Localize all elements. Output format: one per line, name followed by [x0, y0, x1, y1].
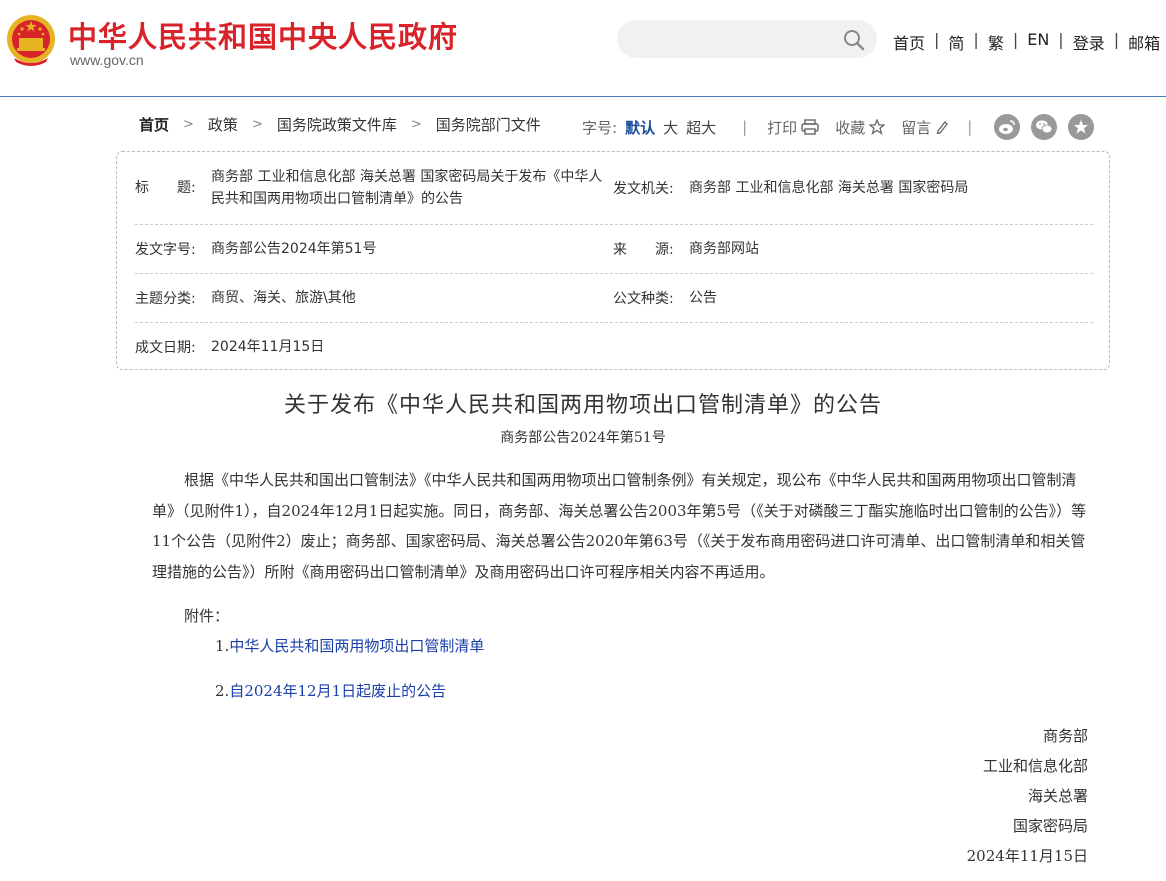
comment-label: 留言 [901, 118, 932, 137]
nav-separator: | [934, 30, 940, 49]
attachment-number: 2. [215, 682, 230, 700]
nav-separator: | [973, 30, 979, 49]
favorite-label: 收藏 [835, 118, 866, 137]
signatory: 工业和信息化部 [982, 757, 1088, 775]
printer-icon [801, 119, 819, 135]
info-issuer-label: 发文机关: [613, 181, 674, 197]
nav-home[interactable]: 首页 [893, 30, 925, 54]
attachment-number: 1. [215, 637, 230, 655]
article-title: 关于发布《中华人民共和国两用物项出口管制清单》的公告 [283, 393, 882, 418]
signatory: 商务部 [1042, 727, 1088, 745]
share-star-glyph-icon [1074, 120, 1089, 134]
nav-english[interactable]: EN [1027, 30, 1049, 54]
breadcrumb-policy[interactable]: 政策 [208, 114, 238, 135]
nav-simplified[interactable]: 简 [948, 30, 964, 54]
font-size-default[interactable]: 默认 [625, 117, 655, 138]
signatory: 国家密码局 [1012, 817, 1088, 835]
pencil-icon [936, 121, 949, 134]
info-type-value: 公告 [689, 290, 717, 306]
info-source-value: 商务部网站 [689, 241, 759, 257]
site-url[interactable]: www.gov.cn [70, 52, 144, 68]
info-title-label: 标 题: [135, 180, 196, 196]
info-title-value: 商务部 工业和信息化部 海关总署 国家密码局关于发布《中华人民共和国两用物项出口… [211, 169, 603, 207]
article-tools: 字号: 默认 大 超大 | 打印 收藏 留言 | [582, 114, 1105, 140]
search-icon[interactable] [843, 29, 865, 51]
chevron-right-icon: > [251, 117, 263, 132]
info-topic-label: 主题分类: [135, 291, 196, 307]
attachment-item: 2.自2024年12月1日起废止的公告 [215, 680, 446, 701]
attachment-link-2[interactable]: 自2024年12月1日起废止的公告 [229, 682, 446, 700]
article-doc-number: 商务部公告2024年第51号 [500, 430, 666, 446]
chevron-right-icon: > [410, 117, 422, 132]
dashed-divider [135, 224, 1093, 225]
info-issuer-cell: 发文机关: 商务部 工业和信息化部 海关总署 国家密码局 [613, 178, 968, 198]
nav-separator: | [1012, 30, 1019, 49]
info-docno-value: 商务部公告2024年第51号 [211, 241, 377, 257]
top-nav: 首页 | 简 | 繁 | EN | 登录 | 邮箱 [893, 30, 1160, 54]
favorite-button[interactable]: 收藏 [835, 117, 886, 138]
breadcrumb-policy-library[interactable]: 国务院政策文件库 [277, 114, 397, 135]
comment-button[interactable]: 留言 [901, 117, 949, 138]
info-date-value: 2024年11月15日 [211, 339, 325, 355]
attachments-label: 附件： [184, 607, 230, 625]
dashed-divider [135, 273, 1093, 274]
chevron-right-icon: > [183, 117, 194, 132]
info-date-label: 成文日期: [135, 340, 196, 356]
weibo-glyph-icon [999, 120, 1016, 134]
info-type-cell: 公文种类: 公告 [613, 288, 717, 308]
star-share-icon[interactable] [1068, 114, 1095, 140]
nav-mailbox[interactable]: 邮箱 [1128, 30, 1160, 54]
nav-traditional[interactable]: 繁 [988, 30, 1004, 54]
attachment-link-1[interactable]: 中华人民共和国两用物项出口管制清单 [229, 637, 484, 655]
site-header: 中华人民共和国中央人民政府 www.gov.cn 首页 | 简 | 繁 | EN… [0, 0, 1166, 97]
document-info-box: 标 题: 商务部 工业和信息化部 海关总署 国家密码局关于发布《中华人民共和国两… [116, 151, 1110, 370]
info-docno-cell: 发文字号: 商务部公告2024年第51号 [135, 239, 376, 259]
breadcrumb-dept-docs[interactable]: 国务院部门文件 [436, 114, 541, 135]
breadcrumb-home[interactable]: 首页 [139, 114, 169, 135]
font-size-large[interactable]: 大 [663, 117, 678, 138]
sign-date: 2024年11月15日 [966, 847, 1088, 865]
info-issuer-value: 商务部 工业和信息化部 海关总署 国家密码局 [689, 180, 969, 196]
divider: | [967, 118, 973, 136]
article-body: 根据《中华人民共和国出口管制法》《中华人民共和国两用物项出口管制条例》有关规定，… [152, 471, 1087, 581]
nav-separator: | [1113, 30, 1120, 49]
nav-separator: | [1058, 30, 1064, 49]
info-topic-value: 商贸、海关、旅游\其他 [211, 290, 356, 306]
nav-login[interactable]: 登录 [1073, 30, 1105, 54]
font-size-xlarge[interactable]: 超大 [686, 117, 716, 138]
print-label: 打印 [767, 118, 798, 137]
info-source-cell: 来 源: 商务部网站 [613, 239, 759, 259]
search-input[interactable] [617, 20, 877, 58]
info-date-cell: 成文日期: 2024年11月15日 [135, 337, 324, 357]
info-type-label: 公文种类: [613, 291, 674, 307]
attachment-item: 1.中华人民共和国两用物项出口管制清单 [215, 635, 484, 656]
print-button[interactable]: 打印 [767, 117, 819, 138]
wechat-icon[interactable] [1031, 114, 1058, 140]
wechat-glyph-icon [1036, 120, 1053, 134]
star-icon [869, 119, 886, 135]
signatory: 海关总署 [1027, 787, 1088, 805]
national-emblem-icon[interactable] [6, 12, 56, 66]
weibo-icon[interactable] [994, 114, 1021, 140]
info-source-label: 来 源: [613, 242, 674, 258]
divider: | [742, 118, 748, 136]
info-title-cell: 标 题: 商务部 工业和信息化部 海关总署 国家密码局关于发布《中华人民共和国两… [135, 164, 613, 213]
site-title[interactable]: 中华人民共和国中央人民政府 [68, 14, 458, 56]
info-topic-cell: 主题分类: 商贸、海关、旅游\其他 [135, 288, 356, 308]
font-size-label: 字号: [582, 118, 618, 137]
info-docno-label: 发文字号: [135, 242, 196, 258]
breadcrumb: 首页 > 政策 > 国务院政策文件库 > 国务院部门文件 [139, 114, 541, 135]
dashed-divider [135, 322, 1093, 323]
